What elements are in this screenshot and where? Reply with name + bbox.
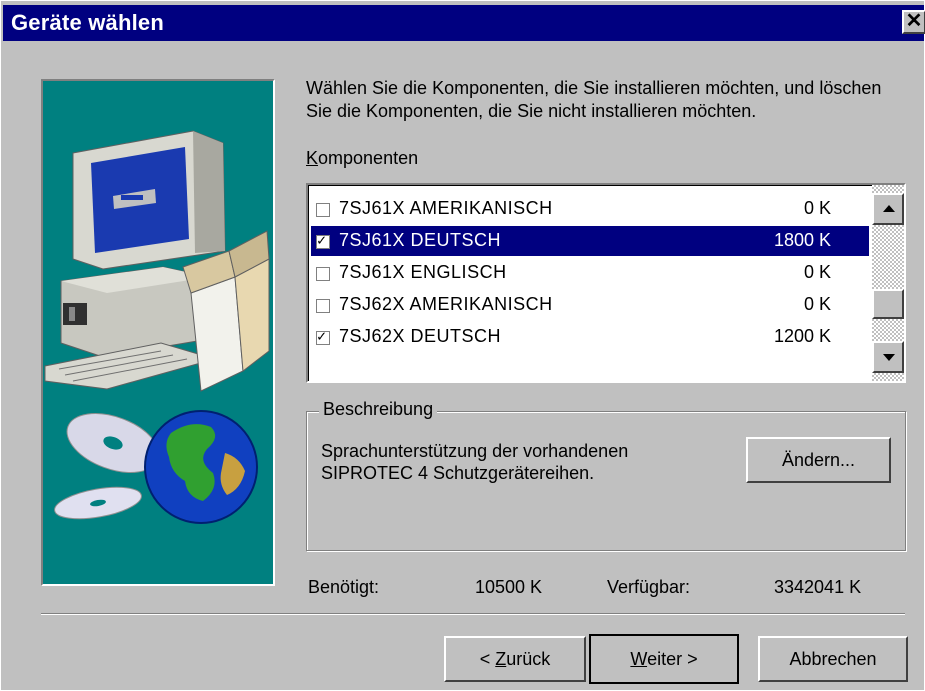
list-item[interactable]: 7SJ62X DEUTSCH 1200 K bbox=[311, 322, 869, 352]
available-label: Verfügbar: bbox=[607, 577, 691, 597]
component-name: 7SJ62X DEUTSCH bbox=[339, 326, 502, 346]
title-bar[interactable]: Geräte wählen ✕ bbox=[3, 5, 925, 41]
back-accel: Z bbox=[495, 649, 507, 669]
scroll-up-button[interactable] bbox=[872, 193, 904, 225]
globe-illustration bbox=[144, 410, 258, 524]
cd-discs-illustration bbox=[54, 410, 258, 524]
list-item-selected[interactable]: 7SJ61X DEUTSCH 1800 K bbox=[311, 226, 869, 256]
components-listbox[interactable]: 7SJ61X AMERIKANISCH 0 K 7SJ61X DEUTSCH 1… bbox=[306, 183, 906, 383]
component-size: 0 K bbox=[803, 294, 831, 314]
component-size: 0 K bbox=[803, 198, 831, 218]
component-size: 0 K bbox=[803, 262, 831, 282]
scroll-down-arrow-icon bbox=[883, 354, 895, 361]
next-button[interactable]: Weiter > bbox=[589, 634, 739, 684]
scroll-thumb[interactable] bbox=[872, 289, 904, 319]
window-title: Geräte wählen bbox=[11, 10, 164, 35]
cancel-button[interactable]: Abbrechen bbox=[758, 636, 908, 682]
instruction-text: Wählen Sie die Komponenten, die Sie inst… bbox=[306, 78, 882, 121]
back-rest: urück bbox=[506, 649, 551, 669]
component-name: 7SJ61X AMERIKANISCH bbox=[339, 198, 553, 218]
checkbox-check-icon[interactable] bbox=[316, 231, 330, 249]
dialog-window: Geräte wählen ✕ Wählen Sie die Komponent… bbox=[0, 0, 925, 691]
next-rest: eiter > bbox=[647, 649, 698, 669]
list-item[interactable]: 7SJ61X ENGLISCH 0 K bbox=[311, 258, 869, 288]
change-button[interactable]: Ändern... bbox=[746, 437, 891, 483]
vertical-scrollbar[interactable] bbox=[872, 185, 904, 381]
back-prefix: < bbox=[479, 649, 496, 669]
description-line-2: SIPROTEC 4 Schutzgerätereihen. bbox=[321, 463, 595, 483]
checkbox-check-icon[interactable] bbox=[316, 327, 330, 345]
setup-illustration bbox=[41, 79, 275, 586]
scroll-up-arrow-icon bbox=[883, 205, 895, 212]
components-label-rest: omponenten bbox=[318, 148, 419, 168]
checkbox[interactable] bbox=[316, 267, 330, 281]
checkbox[interactable] bbox=[316, 203, 330, 217]
close-button[interactable]: ✕ bbox=[902, 10, 925, 34]
component-size: 1200 K bbox=[773, 326, 831, 346]
available-value: 3342041 K bbox=[774, 577, 862, 597]
component-name: 7SJ61X ENGLISCH bbox=[339, 262, 507, 282]
required-label: Benötigt: bbox=[308, 577, 380, 597]
required-value: 10500 K bbox=[475, 577, 543, 597]
next-accel: W bbox=[630, 649, 648, 669]
description-text: Sprachunterstützung der vorhandenen SIPR… bbox=[321, 440, 721, 484]
description-line-1: Sprachunterstützung der vorhandenen bbox=[321, 441, 629, 461]
close-icon: ✕ bbox=[905, 10, 923, 32]
scroll-down-button[interactable] bbox=[872, 341, 904, 373]
separator-line bbox=[41, 613, 905, 615]
components-list: 7SJ61X AMERIKANISCH 0 K 7SJ61X DEUTSCH 1… bbox=[308, 185, 872, 381]
back-button[interactable]: < Zurück bbox=[444, 636, 586, 682]
component-size: 1800 K bbox=[773, 230, 831, 250]
component-name: 7SJ62X AMERIKANISCH bbox=[339, 294, 553, 314]
list-item[interactable]: 7SJ61X AMERIKANISCH 0 K bbox=[311, 194, 869, 224]
checkbox[interactable] bbox=[316, 299, 330, 313]
components-label: Komponenten bbox=[306, 148, 418, 169]
description-legend: Beschreibung bbox=[319, 399, 438, 420]
components-label-accel: K bbox=[306, 148, 319, 168]
list-item[interactable]: 7SJ62X AMERIKANISCH 0 K bbox=[311, 290, 869, 320]
component-name: 7SJ61X DEUTSCH bbox=[339, 230, 502, 250]
